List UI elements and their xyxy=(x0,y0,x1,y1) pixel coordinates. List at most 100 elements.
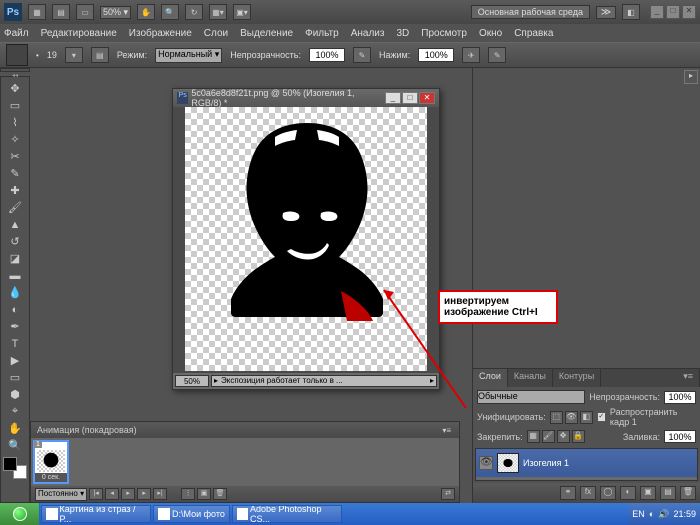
brush-preset-icon[interactable]: ▾ xyxy=(65,47,83,63)
brush-size-preview[interactable]: 19 xyxy=(47,50,57,60)
duplicate-frame-icon[interactable]: ▣ xyxy=(197,488,211,500)
history-brush-tool-icon[interactable]: ↺ xyxy=(4,233,26,250)
loop-select[interactable]: Постоянно ▾ xyxy=(35,488,87,501)
cslive-icon[interactable]: ◧ xyxy=(622,4,640,20)
lock-position-icon[interactable]: ✥ xyxy=(557,430,570,443)
lasso-tool-icon[interactable]: ⌇ xyxy=(4,114,26,131)
lock-transparency-icon[interactable]: ▦ xyxy=(527,430,540,443)
3d-camera-tool-icon[interactable]: ⌖ xyxy=(4,403,26,420)
brush-panel-icon[interactable]: ▤ xyxy=(91,47,109,63)
zoom-preset-select[interactable]: 50% ▾ xyxy=(100,6,131,19)
layer-style-icon[interactable]: fx xyxy=(580,486,596,500)
shape-tool-icon[interactable]: ▭ xyxy=(4,369,26,386)
menu-select[interactable]: Выделение xyxy=(240,28,293,39)
unify-position-icon[interactable]: ⬚ xyxy=(550,411,563,424)
menu-file[interactable]: Файл xyxy=(4,28,29,39)
color-swatches[interactable] xyxy=(3,457,27,479)
zoom-tool-icon[interactable]: 🔍 xyxy=(4,437,26,454)
opacity-pressure-icon[interactable]: ✎ xyxy=(353,47,371,63)
window-close-icon[interactable]: ✕ xyxy=(682,5,696,19)
menu-analysis[interactable]: Анализ xyxy=(351,28,385,39)
visibility-toggle-icon[interactable]: 👁 xyxy=(479,456,493,470)
pen-tool-icon[interactable]: ✒ xyxy=(4,318,26,335)
menu-image[interactable]: Изображение xyxy=(129,28,192,39)
tray-icon[interactable]: 🔊 xyxy=(658,509,669,520)
view-extras-icon[interactable]: ▭ xyxy=(76,4,94,20)
menu-filter[interactable]: Фильтр xyxy=(305,28,339,39)
taskbar-item[interactable]: Картина из страз / Р... xyxy=(41,505,151,523)
move-tool-icon[interactable]: ✥ xyxy=(4,80,26,97)
mini-bridge-icon[interactable]: ▤ xyxy=(52,4,70,20)
unify-style-icon[interactable]: ◧ xyxy=(580,411,593,424)
lock-all-icon[interactable]: 🔒 xyxy=(572,430,585,443)
tab-paths[interactable]: Контуры xyxy=(553,369,601,387)
foreground-color-swatch[interactable] xyxy=(3,457,17,471)
hand-tool-icon[interactable]: ✋ xyxy=(4,420,26,437)
unify-visibility-icon[interactable]: 👁 xyxy=(565,411,578,424)
lock-image-icon[interactable]: 🖌 xyxy=(542,430,555,443)
blur-tool-icon[interactable]: 💧 xyxy=(4,284,26,301)
rotate-view-icon[interactable]: ↻ xyxy=(185,4,203,20)
group-icon[interactable]: ▣ xyxy=(640,486,656,500)
layer-name[interactable]: Изогелия 1 xyxy=(523,458,569,468)
wand-tool-icon[interactable]: ✧ xyxy=(4,131,26,148)
menu-window[interactable]: Окно xyxy=(479,28,502,39)
doc-minimize-icon[interactable]: _ xyxy=(385,92,401,104)
layer-row[interactable]: 👁 Изогелия 1 xyxy=(476,449,697,477)
marquee-tool-icon[interactable]: ▭ xyxy=(4,97,26,114)
taskbar-item[interactable]: Adobe Photoshop CS... xyxy=(232,505,342,523)
layer-opacity-input[interactable] xyxy=(664,391,696,404)
collapse-dock-icon[interactable]: ▸ xyxy=(684,70,698,84)
toolbox-collapse-icon[interactable]: ◂◂ xyxy=(0,71,33,77)
heal-tool-icon[interactable]: ✚ xyxy=(4,182,26,199)
tablet-pressure-icon[interactable]: ✎ xyxy=(488,47,506,63)
opacity-input[interactable] xyxy=(309,48,345,62)
menu-layer[interactable]: Слои xyxy=(204,28,228,39)
type-tool-icon[interactable]: T xyxy=(4,335,26,352)
tray-clock[interactable]: 21:59 xyxy=(673,509,696,519)
link-layers-icon[interactable]: ⚭ xyxy=(560,486,576,500)
tab-channels[interactable]: Каналы xyxy=(508,369,553,387)
menu-help[interactable]: Справка xyxy=(514,28,553,39)
adjustment-layer-icon[interactable]: ◐ xyxy=(620,486,636,500)
delete-layer-icon[interactable]: 🗑 xyxy=(680,486,696,500)
menu-view[interactable]: Просмотр xyxy=(421,28,467,39)
layer-mask-icon[interactable]: ◯ xyxy=(600,486,616,500)
doc-zoom-field[interactable]: 50% xyxy=(175,375,209,387)
dodge-tool-icon[interactable]: ◐ xyxy=(4,301,26,318)
layer-blend-mode-select[interactable]: Обычные xyxy=(477,390,585,404)
prev-frame-icon[interactable]: ◂ xyxy=(105,488,119,500)
flow-input[interactable] xyxy=(418,48,454,62)
convert-timeline-icon[interactable]: ⇄ xyxy=(441,488,455,500)
3d-tool-icon[interactable]: ⬢ xyxy=(4,386,26,403)
delete-frame-icon[interactable]: 🗑 xyxy=(213,488,227,500)
panel-menu-icon[interactable]: ▾≡ xyxy=(442,426,451,435)
tray-lang[interactable]: EN xyxy=(632,509,645,519)
last-frame-icon[interactable]: ▸| xyxy=(153,488,167,500)
menu-3d[interactable]: 3D xyxy=(396,28,409,39)
propagate-checkbox[interactable]: ✓ xyxy=(597,412,606,422)
zoom-tool-icon[interactable]: 🔍 xyxy=(161,4,179,20)
brush-tool-icon[interactable]: 🖌 xyxy=(4,199,26,216)
panel-menu-icon[interactable]: ▾≡ xyxy=(677,369,700,387)
tray-icon[interactable]: ◐ xyxy=(649,509,654,519)
tween-icon[interactable]: ⋮ xyxy=(181,488,195,500)
layer-thumbnail[interactable] xyxy=(497,453,519,473)
menu-edit[interactable]: Редактирование xyxy=(41,28,117,39)
expand-panels-button[interactable]: ≫ xyxy=(596,6,616,19)
arrange-docs-icon[interactable]: ▦▾ xyxy=(209,4,227,20)
eraser-tool-icon[interactable]: ◪ xyxy=(4,250,26,267)
crop-tool-icon[interactable]: ✂ xyxy=(4,148,26,165)
blend-mode-select[interactable]: Нормальный ▾ xyxy=(155,48,222,63)
stamp-tool-icon[interactable]: ▲ xyxy=(4,216,26,233)
window-maximize-icon[interactable]: □ xyxy=(666,5,680,19)
current-tool-icon[interactable] xyxy=(6,44,28,66)
start-button[interactable] xyxy=(0,503,40,525)
play-icon[interactable]: ▸ xyxy=(121,488,135,500)
animation-frame[interactable]: 1 0 сек. xyxy=(34,441,68,483)
new-layer-icon[interactable]: ▤ xyxy=(660,486,676,500)
next-frame-icon[interactable]: ▸ xyxy=(137,488,151,500)
hand-tool-icon[interactable]: ✋ xyxy=(137,4,155,20)
window-minimize-icon[interactable]: _ xyxy=(650,5,664,19)
taskbar-item[interactable]: D:\Мои фото xyxy=(153,505,230,523)
